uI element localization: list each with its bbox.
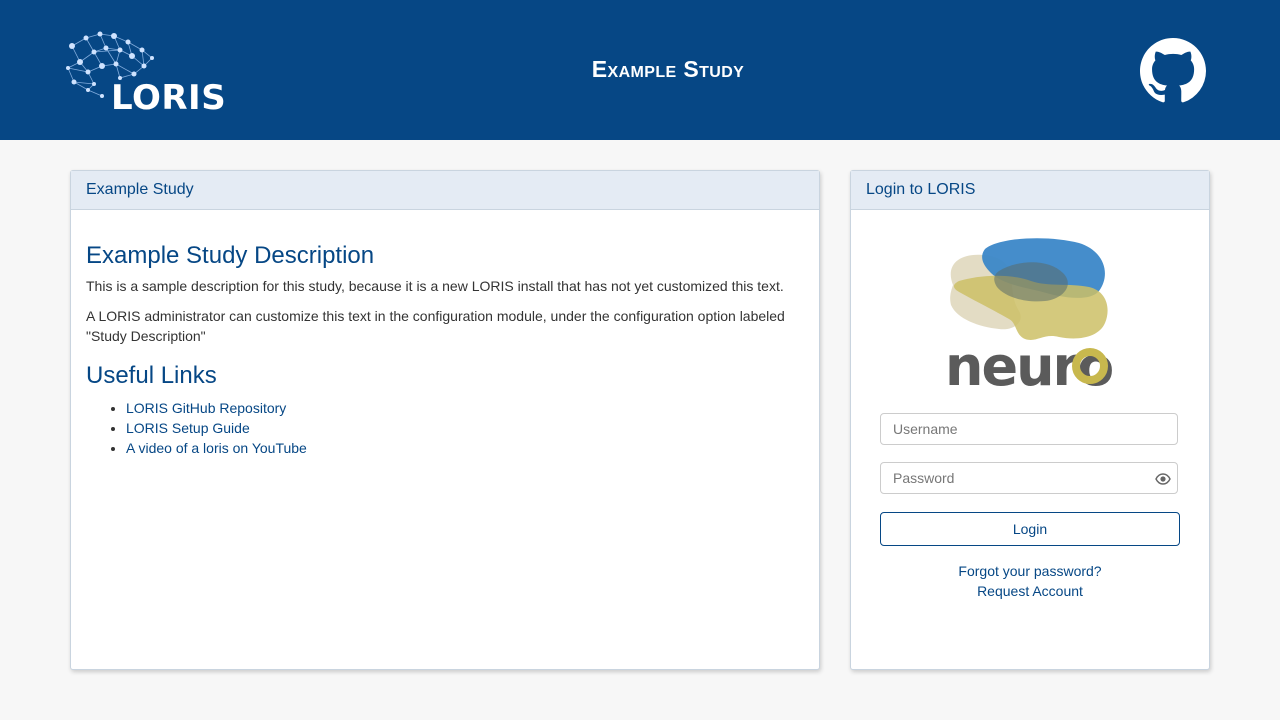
study-panel-heading: Example Study xyxy=(71,171,819,210)
github-icon xyxy=(1140,38,1206,103)
header-bar: LORIS Example Study xyxy=(0,0,1280,140)
neuro-brain-logo-icon: neuro xyxy=(945,238,1114,398)
neuro-logo-text: neuro xyxy=(945,335,1112,393)
link-loris-github[interactable]: LORIS GitHub Repository xyxy=(126,400,286,416)
list-item: LORIS Setup Guide xyxy=(126,418,804,438)
list-item: LORIS GitHub Repository xyxy=(126,398,804,418)
site-title: Example Study xyxy=(591,56,745,82)
password-input[interactable] xyxy=(880,462,1178,494)
link-loris-video[interactable]: A video of a loris on YouTube xyxy=(126,440,307,456)
login-button[interactable]: Login xyxy=(880,512,1180,546)
username-input[interactable] xyxy=(880,413,1178,445)
study-description-paragraph: This is a sample description for this st… xyxy=(86,278,784,294)
request-account-link[interactable]: Request Account xyxy=(851,583,1209,599)
logo-text: LORIS xyxy=(111,78,227,118)
study-panel-body: Example Study Description This is a samp… xyxy=(71,210,819,458)
forgot-password-link[interactable]: Forgot your password? xyxy=(851,563,1209,579)
study-description-title: Example Study Description xyxy=(86,242,375,269)
useful-links-list: LORIS GitHub Repository LORIS Setup Guid… xyxy=(86,398,804,458)
neuro-logo: neuro xyxy=(939,233,1119,398)
study-panel: Example Study Example Study Description … xyxy=(70,170,820,670)
eye-icon[interactable] xyxy=(1155,471,1171,487)
list-item: A video of a loris on YouTube xyxy=(126,438,804,458)
study-description-paragraph: A LORIS administrator can customize this… xyxy=(86,308,785,344)
login-panel: Login to LORIS neuro Login Forgot your p… xyxy=(850,170,1210,670)
useful-links-title: Useful Links xyxy=(86,362,217,389)
github-link[interactable] xyxy=(1140,38,1206,104)
link-loris-setup-guide[interactable]: LORIS Setup Guide xyxy=(126,420,250,436)
login-panel-heading: Login to LORIS xyxy=(851,171,1209,210)
